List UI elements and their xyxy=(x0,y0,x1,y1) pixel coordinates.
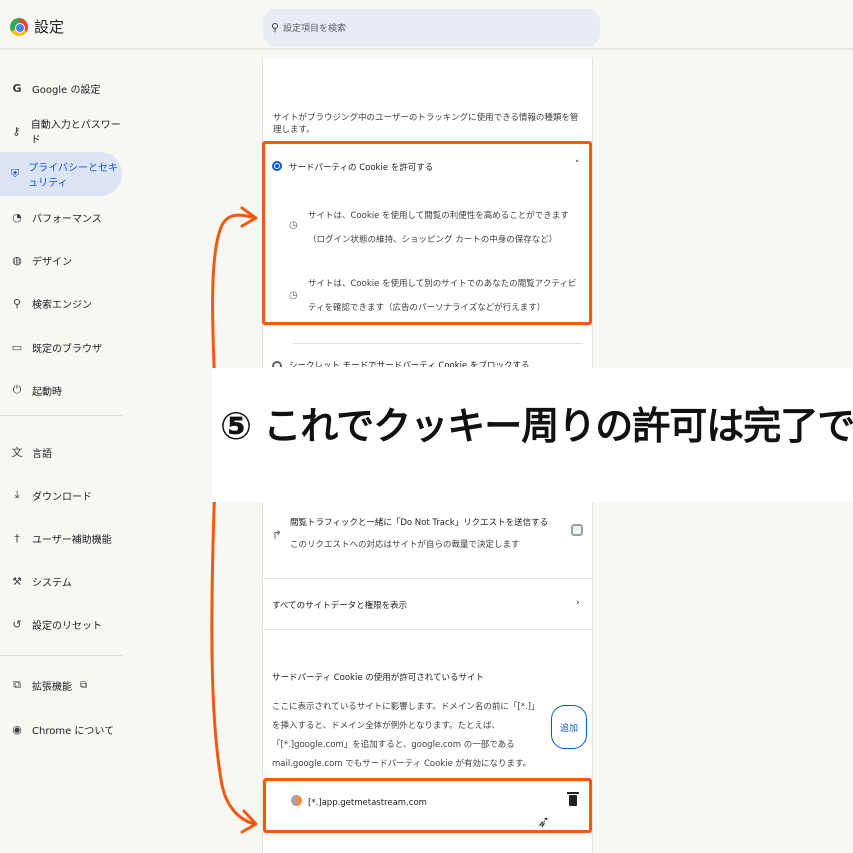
sidebar-item-languages[interactable]: 文 言語 xyxy=(0,430,122,474)
option-label: シークレット モードでサードパーティ Cookie をブロックする xyxy=(289,361,530,367)
sidebar-item-design[interactable]: ◍ デザイン xyxy=(0,238,122,282)
search-icon: ⚲ xyxy=(271,21,280,34)
dnt-title: 閲覧トラフィックと一緒に「Do Not Track」リクエストを送信する xyxy=(290,518,549,528)
sidebar-item-autofill[interactable]: ⚷ 自動入力とパスワード xyxy=(0,109,122,153)
sidebar: G Google の設定 ⚷ 自動入力とパスワード ⛨ プライバシーとセキュリテ… xyxy=(0,58,130,853)
radio-unselected-icon[interactable] xyxy=(272,361,282,367)
speedometer-icon: ◔ xyxy=(12,210,22,224)
sidebar-item-performance[interactable]: ◔ パフォーマンス xyxy=(0,195,122,239)
divider xyxy=(263,629,594,630)
sidebar-item-label: ダウンロード xyxy=(32,491,92,503)
sidebar-item-on-startup[interactable]: ⏻ 起動時 xyxy=(0,368,122,412)
sidebar-item-label: 既定のブラウザ xyxy=(32,343,102,355)
search-icon: ⚲ xyxy=(12,296,22,310)
search-placeholder: 設定項目を検索 xyxy=(283,24,347,34)
sidebar-item-downloads[interactable]: ⤓ ダウンロード xyxy=(0,473,122,517)
sidebar-item-about-chrome[interactable]: ◉ Chrome について xyxy=(0,707,122,751)
download-icon: ⤓ xyxy=(14,488,20,501)
chrome-icon: ◉ xyxy=(12,722,22,736)
power-icon: ⏻ xyxy=(12,383,22,396)
sidebar-item-label: 拡張機能 xyxy=(32,681,72,693)
sidebar-item-reset[interactable]: ↺ 設定のリセット xyxy=(0,602,122,646)
search-input[interactable]: ⚲ 設定項目を検索 xyxy=(263,9,600,46)
app-title: 設定 xyxy=(34,18,65,36)
palette-icon: ◍ xyxy=(12,253,22,267)
all-site-data-link[interactable]: すべてのサイトデータと権限を表示 › xyxy=(263,579,594,629)
top-bar: 設定 ⚲ 設定項目を検索 xyxy=(0,0,853,58)
allowed-sites-title: サードパーティ Cookie の使用が許可されているサイト xyxy=(272,673,484,683)
arrow-redirect-icon: ↱ xyxy=(272,528,283,542)
sidebar-item-label: デザイン xyxy=(32,256,72,268)
sidebar-item-google[interactable]: G Google の設定 xyxy=(0,66,122,110)
sidebar-item-search-engine[interactable]: ⚲ 検索エンジン xyxy=(0,281,122,325)
divider xyxy=(293,343,583,344)
sidebar-item-label: Google の設定 xyxy=(32,84,101,96)
dnt-toggle[interactable] xyxy=(571,524,583,536)
sidebar-item-label: 自動入力とパスワード xyxy=(30,120,121,146)
arrow-up-line xyxy=(211,213,257,392)
all-site-data-label: すべてのサイトデータと権限を表示 xyxy=(272,601,408,611)
sidebar-divider xyxy=(0,655,122,656)
sidebar-item-label: プライバシーとセキュリティ xyxy=(28,163,118,189)
sidebar-item-default-browser[interactable]: ▭ 既定のブラウザ xyxy=(0,325,122,369)
wrench-icon: ⚒ xyxy=(12,574,22,588)
dnt-subtitle: このリクエストへの対応はサイトが自らの裁量で決定します xyxy=(290,540,520,550)
browser-window-icon: ▭ xyxy=(11,340,23,354)
sidebar-item-label: パフォーマンス xyxy=(32,213,102,225)
highlight-allow-cookies xyxy=(262,141,592,325)
add-site-button[interactable]: 追加 xyxy=(551,705,587,749)
puzzle-icon: ⧉ xyxy=(13,678,21,691)
cookie-description: サイトがブラウジング中のユーザーのトラッキングに使用できる情報の種類を管理します… xyxy=(273,113,579,135)
block-in-incognito-option[interactable]: シークレット モードでサードパーティ Cookie をブロックする xyxy=(263,353,594,367)
shield-icon: ⛨ xyxy=(10,167,20,180)
sidebar-item-label: システム xyxy=(32,577,72,589)
annotation-banner-text: ⑤ これでクッキー周りの許可は完了です xyxy=(220,404,853,448)
header-divider xyxy=(0,48,853,50)
key-icon: ⚷ xyxy=(12,124,21,138)
reset-icon: ↺ xyxy=(12,617,22,631)
sidebar-item-label: ユーザー補助機能 xyxy=(32,534,112,546)
sidebar-divider xyxy=(0,415,122,416)
sidebar-item-label: 言語 xyxy=(32,448,52,460)
sidebar-item-label: 検索エンジン xyxy=(32,299,92,311)
chevron-right-icon: › xyxy=(576,598,580,608)
annotation-arrows xyxy=(210,206,258,834)
allowed-sites-description: ここに表示されているサイトに影響します。ドメイン名の前に「[*.]」を挿入すると… xyxy=(272,702,540,769)
sidebar-item-extensions[interactable]: ⧉ 拡張機能 ⧉ xyxy=(0,663,122,707)
sidebar-item-label: Chrome について xyxy=(32,725,115,737)
arrow-down-line xyxy=(210,478,257,826)
chrome-logo-icon xyxy=(10,18,28,36)
sidebar-item-label: 設定のリセット xyxy=(32,620,102,632)
external-link-icon: ⧉ xyxy=(80,679,88,691)
sidebar-item-label: 起動時 xyxy=(32,386,62,398)
sidebar-item-privacy[interactable]: ⛨ プライバシーとセキュリティ xyxy=(0,152,122,196)
translate-icon: 文 xyxy=(11,446,23,459)
sidebar-item-accessibility[interactable]: † ユーザー補助機能 xyxy=(0,516,122,560)
google-icon: G xyxy=(12,81,22,95)
accessibility-icon: † xyxy=(14,531,20,545)
sidebar-item-system[interactable]: ⚒ システム xyxy=(0,559,122,603)
